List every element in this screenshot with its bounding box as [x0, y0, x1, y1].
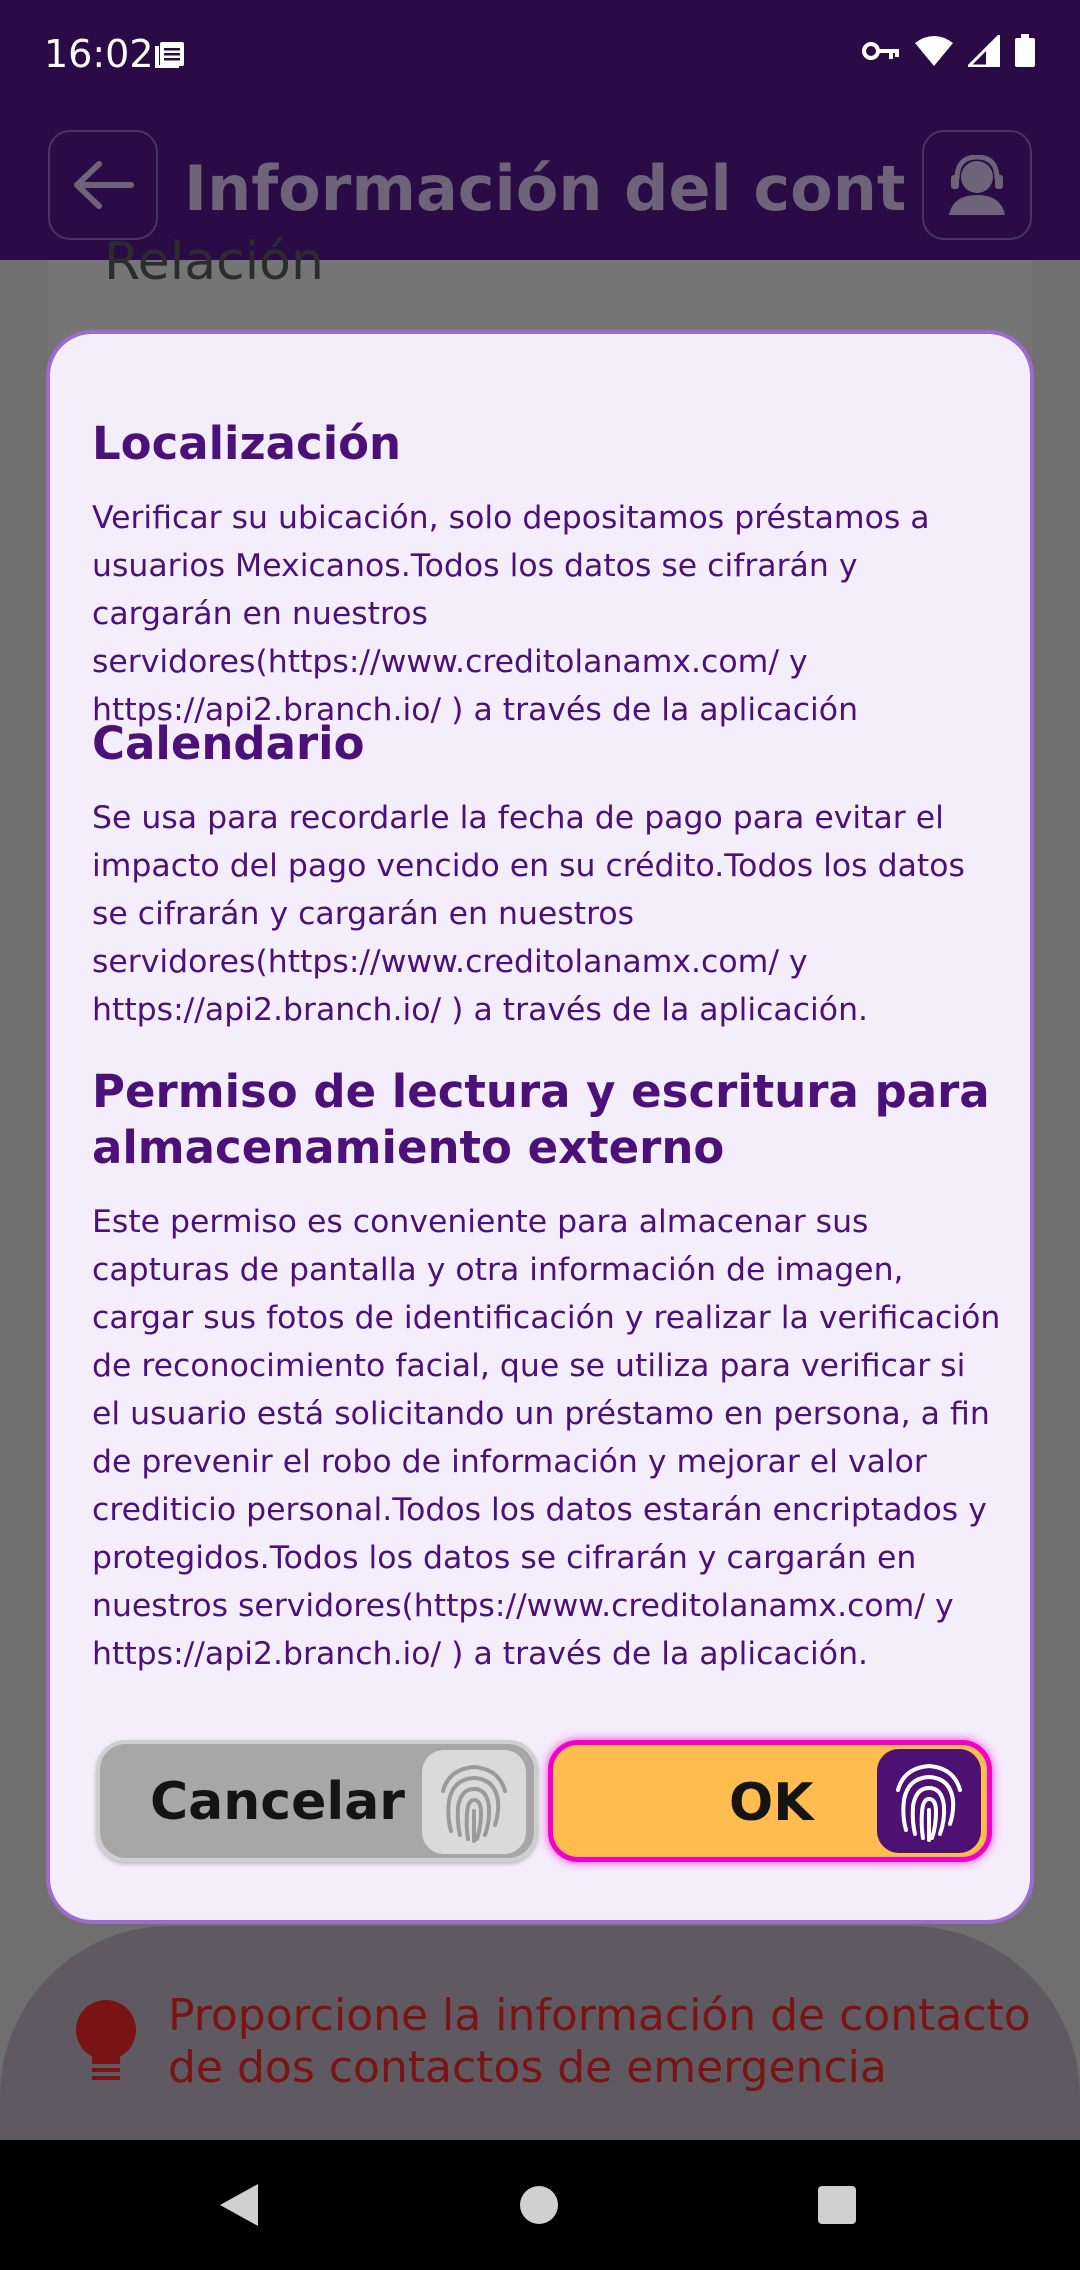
section-body-storage: Este permiso es conveniente para almacen…	[92, 1204, 1001, 1672]
back-button[interactable]	[48, 130, 158, 240]
ok-button-label: OK	[729, 1773, 814, 1833]
customer-service-button[interactable]	[922, 130, 1032, 240]
section-title-storage: Permiso de lectura y escritura para alma…	[92, 1065, 990, 1174]
emergency-contact-notice: Proporcione la información de contacto d…	[0, 1926, 1080, 2140]
arrow-left-icon	[74, 161, 134, 209]
notice-text: Proporcione la información de contacto d…	[168, 1990, 1031, 2093]
wifi-icon	[915, 36, 953, 66]
cancel-button[interactable]: Cancelar	[96, 1740, 538, 1862]
battery-icon	[1015, 34, 1035, 67]
ok-button[interactable]: OK	[548, 1740, 992, 1862]
nav-recents-icon[interactable]	[818, 2186, 856, 2224]
key-icon	[862, 42, 899, 60]
permissions-dialog: Localización Verificar su ubicación, sol…	[46, 330, 1034, 1924]
section-body-location: Verificar su ubicación, solo depositamos…	[92, 500, 930, 728]
nav-home-icon[interactable]	[520, 2186, 558, 2224]
section-title-calendar: Calendario	[92, 717, 365, 770]
navigation-bar	[0, 2140, 1080, 2270]
customer-service-icon	[949, 155, 1005, 215]
fingerprint-icon	[422, 1750, 526, 1854]
relation-label: Relación	[104, 232, 324, 292]
lightbulb-icon	[76, 2000, 136, 2080]
status-bar: 16:02	[0, 0, 1080, 112]
section-title-location: Localización	[92, 417, 402, 470]
signal-icon	[968, 35, 1000, 67]
cancel-button-label: Cancelar	[150, 1772, 405, 1832]
notification-icon	[155, 42, 184, 68]
page-title: Información del contac..	[184, 152, 904, 225]
section-body-calendar: Se usa para recordarle la fecha de pago …	[92, 800, 965, 1028]
status-time: 16:02	[44, 32, 154, 76]
fingerprint-icon	[877, 1749, 981, 1853]
nav-back-icon[interactable]	[216, 2182, 260, 2228]
